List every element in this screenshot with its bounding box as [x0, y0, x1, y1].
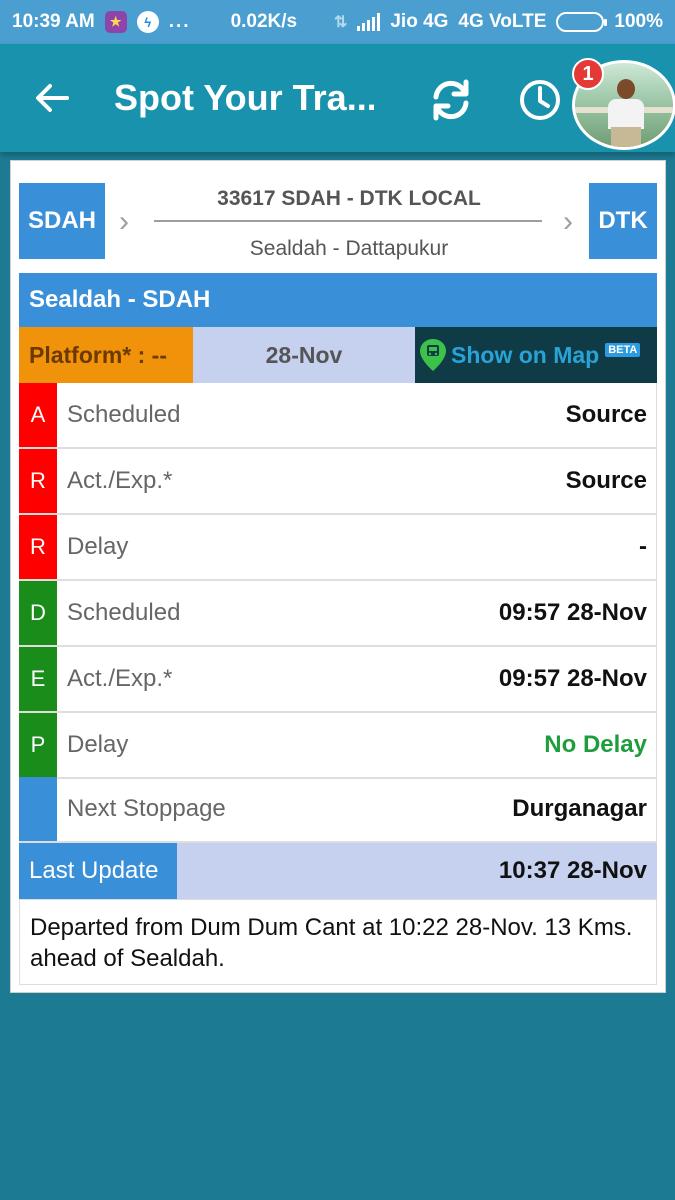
arrival-delay-label: Delay: [67, 533, 129, 560]
route-divider: [154, 220, 542, 222]
back-arrow-icon: [36, 84, 69, 112]
station-title: Sealdah - SDAH: [19, 273, 657, 327]
train-status-card: SDAH › 33617 SDAH - DTK LOCAL Sealdah - …: [10, 160, 666, 993]
departure-actual-label: Act./Exp.*: [67, 665, 173, 692]
arrival-actual-label: Act./Exp.*: [67, 467, 173, 494]
table-row: A Scheduled Source: [19, 383, 657, 449]
more-notifications: ...: [168, 11, 191, 32]
table-row: P Delay No Delay: [19, 713, 657, 779]
table-row: Next Stoppage Durganagar: [19, 777, 657, 843]
next-stoppage-value: Durganagar: [512, 795, 647, 822]
last-update-value: 10:37 28-Nov: [498, 857, 647, 884]
status-time: 10:39 AM: [12, 11, 95, 32]
battery-percent: 100%: [614, 11, 663, 32]
back-button[interactable]: [22, 68, 82, 128]
arrival-actual-value: Source: [565, 467, 647, 494]
route-header: SDAH › 33617 SDAH - DTK LOCAL Sealdah - …: [19, 183, 657, 260]
platform-info: Platform* : --: [19, 327, 193, 383]
arrival-letter: R: [19, 449, 57, 513]
train-name: 33617 SDAH - DTK LOCAL: [217, 187, 481, 210]
departure-actual-value: 09:57 28-Nov: [498, 665, 647, 692]
arrival-scheduled-value: Source: [565, 401, 647, 428]
show-on-map-label: Show on Map: [451, 341, 600, 368]
station-info-row: Platform* : -- 28-Nov Show on Map BETA: [19, 327, 657, 383]
next-stoppage-marker: [19, 777, 57, 841]
table-row: R Delay -: [19, 515, 657, 581]
last-update-row: Last Update 10:37 28-Nov: [19, 843, 657, 899]
departure-scheduled-label: Scheduled: [67, 599, 181, 626]
battery-icon: [556, 12, 608, 32]
next-stoppage-section: Next Stoppage Durganagar: [19, 777, 657, 843]
beta-badge: BETA: [605, 343, 641, 357]
network-speed: 0.02K/s: [230, 11, 298, 32]
departure-delay-value: No Delay: [544, 731, 647, 758]
page-title: Spot Your Tra...: [114, 77, 374, 118]
departure-letter: P: [19, 713, 57, 777]
show-on-map-button[interactable]: Show on Map BETA: [415, 327, 657, 383]
arrival-scheduled-label: Scheduled: [67, 401, 181, 428]
history-button[interactable]: [512, 72, 568, 128]
departure-letter: D: [19, 581, 57, 645]
notification-badge: 1: [572, 58, 604, 90]
departure-section: D Scheduled 09:57 28-Nov E Act./Exp.* 09…: [19, 581, 657, 779]
clock-icon: [520, 80, 560, 120]
chevron-right-icon: ›: [563, 205, 573, 238]
date-info: 28-Nov: [193, 327, 415, 383]
next-stoppage-label: Next Stoppage: [67, 795, 226, 822]
messenger-icon: ϟ: [136, 11, 159, 33]
status-message: Departed from Dum Dum Cant at 10:22 28-N…: [19, 899, 657, 985]
last-update-label: Last Update: [19, 843, 177, 899]
train-route: Sealdah - Dattapukur: [249, 237, 449, 260]
chevron-right-icon: ›: [119, 205, 129, 238]
arrival-letter: R: [19, 515, 57, 579]
starmaker-icon: ★: [104, 11, 127, 33]
from-station-button[interactable]: SDAH: [19, 183, 105, 259]
refresh-button[interactable]: [423, 72, 479, 128]
table-row: E Act./Exp.* 09:57 28-Nov: [19, 647, 657, 713]
network-label: 4G VoLTE: [458, 11, 547, 32]
refresh-icon: [433, 79, 469, 121]
arrival-section: A Scheduled Source R Act./Exp.* Source R…: [19, 383, 657, 581]
departure-letter: E: [19, 647, 57, 711]
to-station-button[interactable]: DTK: [589, 183, 657, 259]
table-row: D Scheduled 09:57 28-Nov: [19, 581, 657, 647]
table-row: R Act./Exp.* Source: [19, 449, 657, 515]
arrival-letter: A: [19, 383, 57, 447]
arrival-delay-value: -: [639, 533, 647, 560]
departure-delay-label: Delay: [67, 731, 129, 758]
carrier-label: Jio 4G: [390, 11, 449, 32]
status-bar: 10:39 AM ★ ϟ ... 0.02K/s ⇅ Jio 4G 4G VoL…: [0, 0, 675, 44]
signal-icon: [357, 13, 381, 31]
departure-scheduled-value: 09:57 28-Nov: [498, 599, 647, 626]
data-arrows-icon: ⇅: [333, 14, 348, 31]
map-pin-train-icon: [420, 339, 446, 371]
